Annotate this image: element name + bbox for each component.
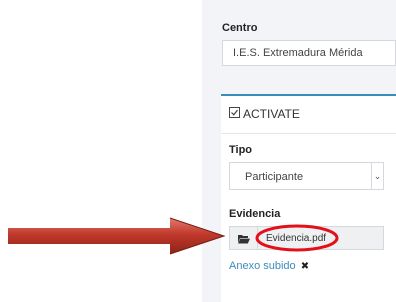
evidencia-label: Evidencia [229, 208, 281, 220]
folder-open-icon [238, 235, 250, 244]
remove-icon[interactable]: ✖ [301, 261, 309, 272]
annex-link[interactable]: Anexo subido ✖ [229, 260, 309, 272]
browse-button[interactable] [230, 227, 258, 249]
tipo-value: Participante [245, 171, 304, 183]
box-title: ACTIVATE [229, 107, 300, 121]
tipo-label: Tipo [229, 144, 253, 156]
centro-value: I.E.S. Extremadura Mérida [233, 47, 363, 59]
checkbox-icon [229, 107, 240, 118]
evidencia-file-input[interactable]: Evidencia.pdf [229, 226, 384, 250]
tipo-select[interactable]: Participante ⌄ [229, 162, 384, 190]
box-title-text: ACTIVATE [243, 107, 300, 121]
centro-field[interactable]: I.E.S. Extremadura Mérida [222, 40, 396, 66]
annex-link-text: Anexo subido [229, 260, 296, 272]
file-name: Evidencia.pdf [266, 233, 327, 244]
centro-label: Centro [222, 22, 258, 34]
box-divider [221, 133, 396, 134]
chevron-down-icon[interactable]: ⌄ [371, 163, 383, 189]
